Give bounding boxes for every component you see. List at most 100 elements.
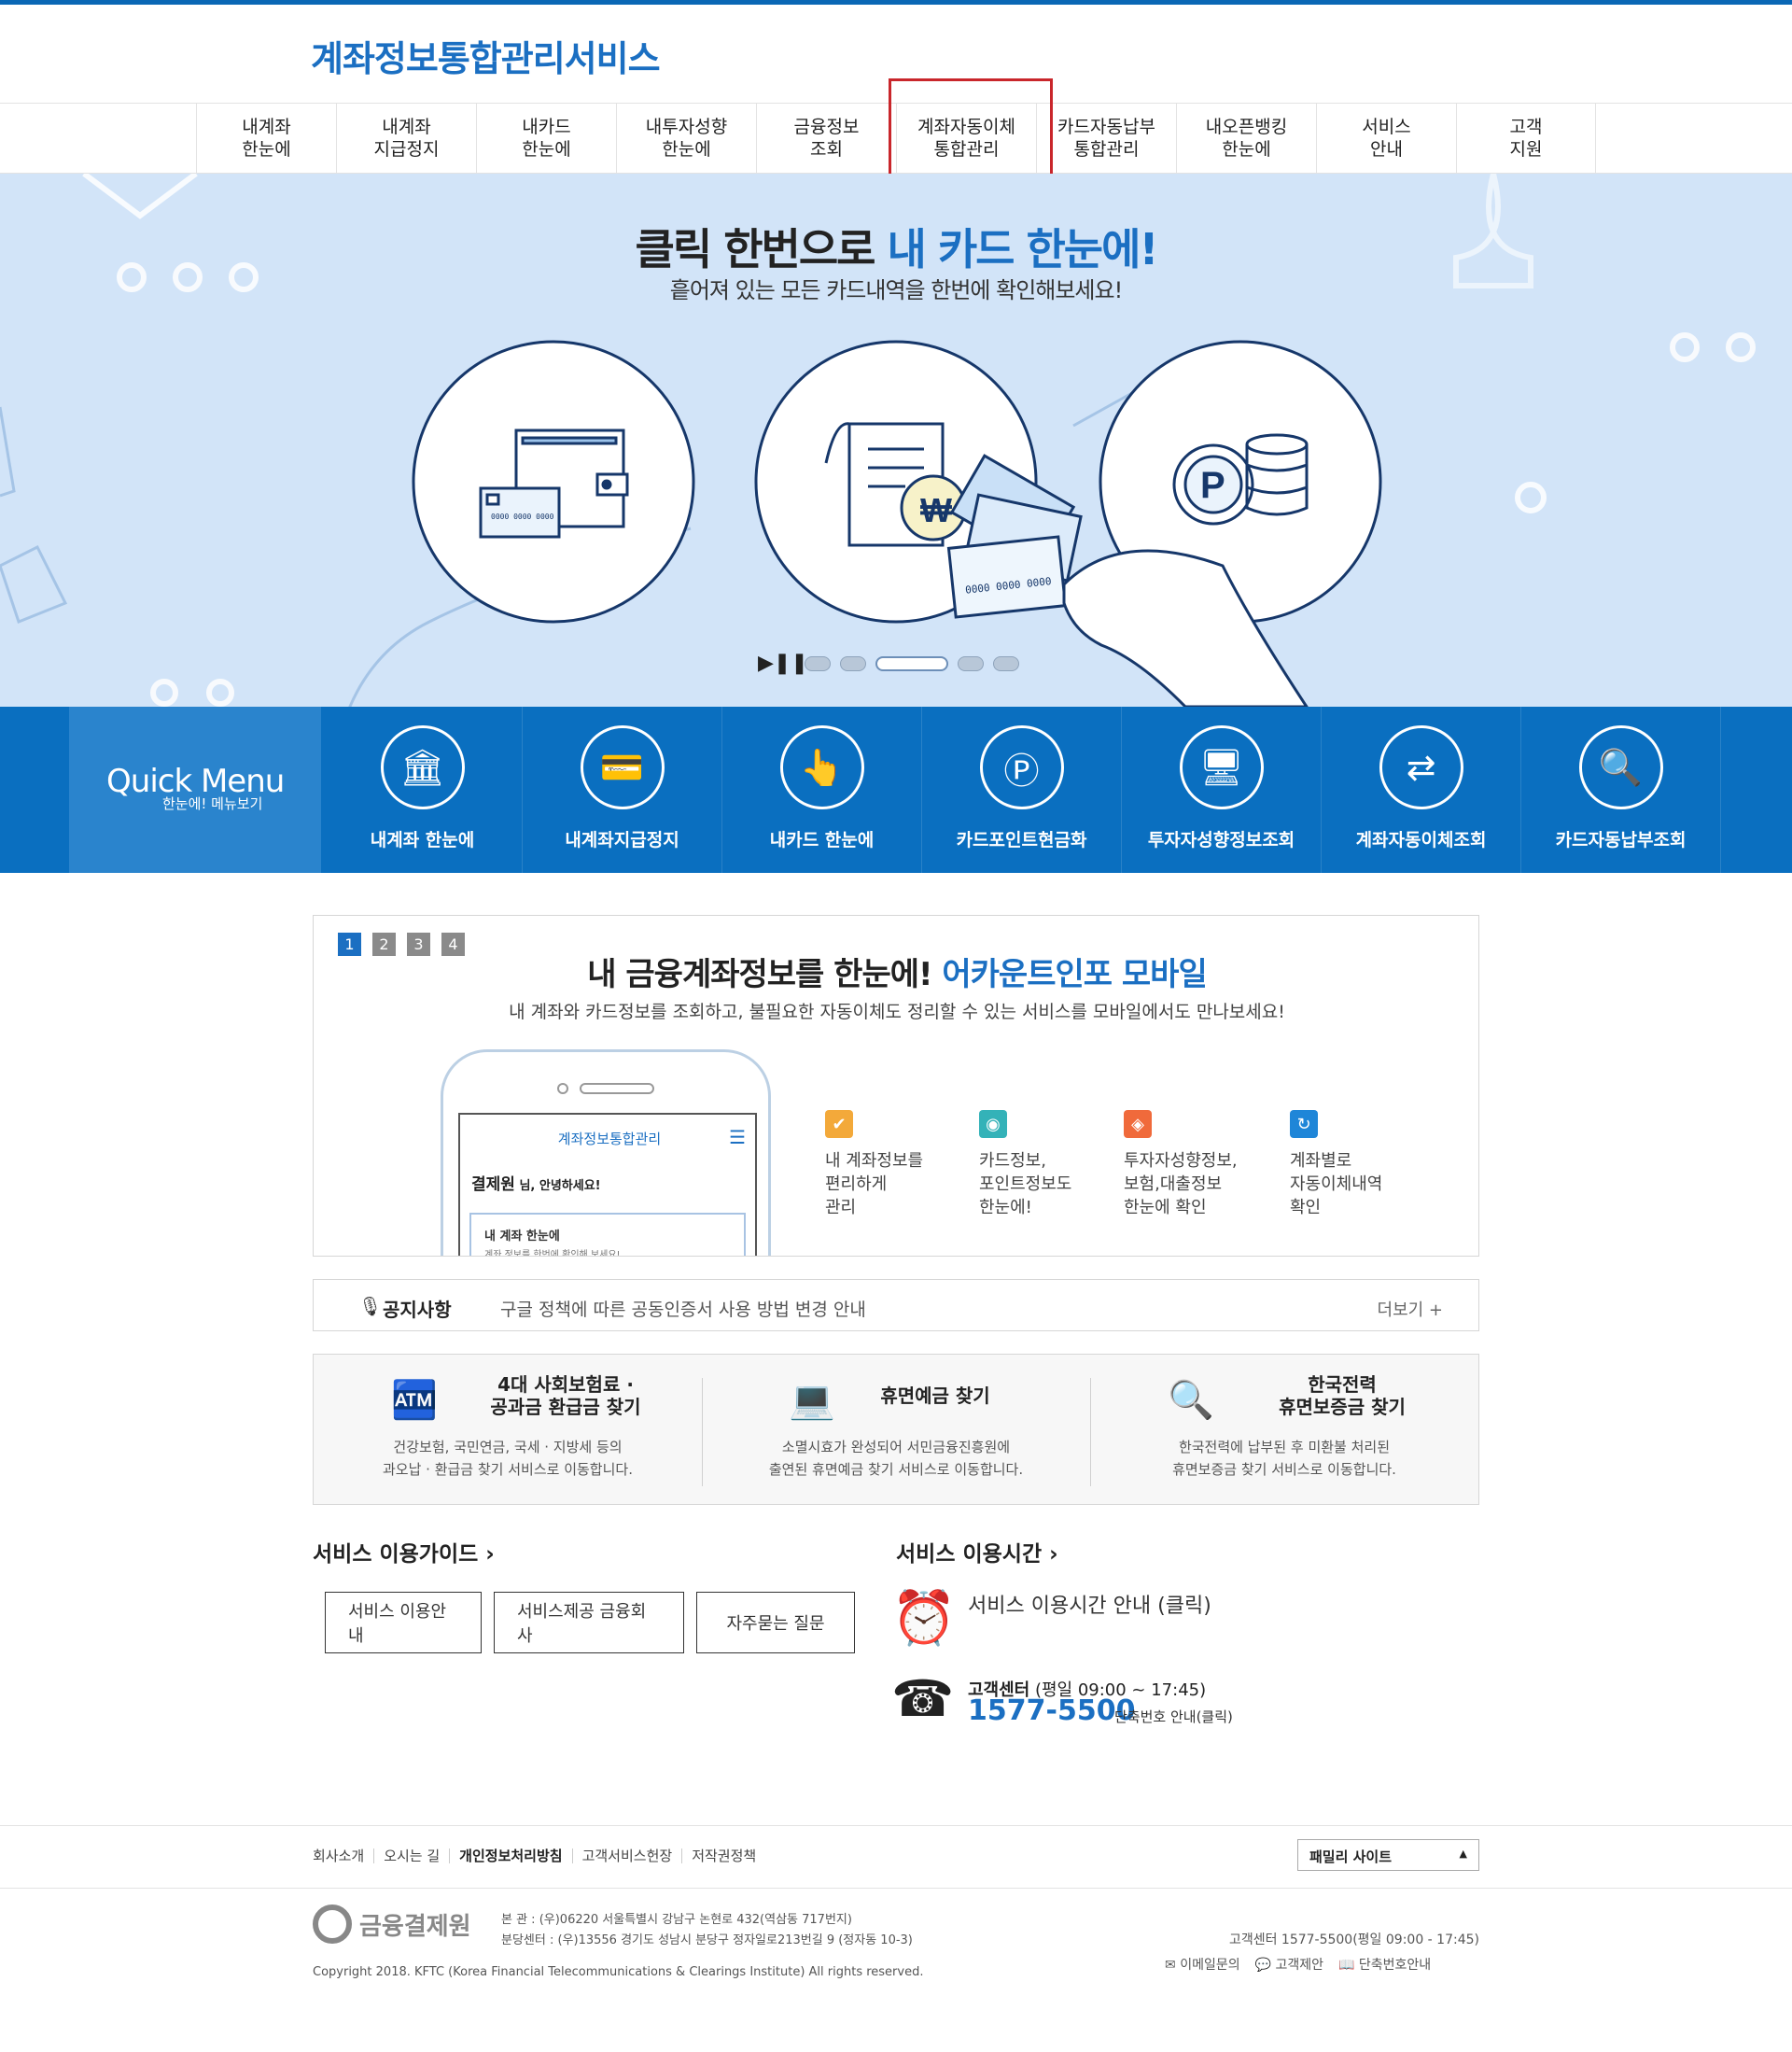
nav-item-line1: 계좌자동이체 bbox=[917, 117, 1015, 137]
slide-indicator[interactable] bbox=[840, 655, 866, 671]
notice-headline[interactable]: 구글 정책에 따른 공동인증서 사용 방법 변경 안내 bbox=[500, 1296, 866, 1321]
shortcut-number-link[interactable]: 단축번호 안내(클릭) bbox=[1114, 1707, 1233, 1726]
quick-menu-item[interactable]: Ⓟ 카드포인트현금화 bbox=[922, 707, 1122, 873]
guide-button[interactable]: 서비스 이용안내 bbox=[325, 1592, 482, 1653]
footer-copyright: Copyright 2018. KFTC (Korea Financial Te… bbox=[313, 1965, 924, 1979]
refund-dormant-desc: 소멸시효가 완성되어 서민금융진흥원에 출연된 휴면예금 찾기 서비스로 이동합… bbox=[768, 1439, 1024, 1478]
promo-features: ✔ 내 계좌정보를 편리하게 관리 ◉ 카드정보, 포인트정보도 한눈에! ◈ 투자자성향… bbox=[825, 1110, 1421, 1219]
refund-dormant-title: 휴면예금 찾기 bbox=[880, 1384, 990, 1407]
nav-item-line1: 고객 bbox=[1509, 117, 1543, 137]
refund-insurance[interactable]: 🏧 4대 사회보험료 · 공과금 환급금 찾기 건강보험, 국민연금, 국세 ·… bbox=[314, 1355, 702, 1506]
footer-address: 본 관 : (우)06220 서울특별시 강남구 논현로 432(역삼동 717… bbox=[501, 1913, 913, 1947]
phone-camera bbox=[557, 1083, 568, 1094]
feature-text: 투자자성향정보, 보험,대출정보 한눈에 확인 bbox=[1124, 1151, 1238, 1217]
refund-services: 🏧 4대 사회보험료 · 공과금 환급금 찾기 건강보험, 국민연금, 국세 ·… bbox=[313, 1354, 1479, 1505]
nav-item-line1: 카드자동납부 bbox=[1057, 117, 1155, 137]
nav-item[interactable]: 금융정보 조회 bbox=[756, 104, 896, 173]
promo-feature: ✔ 내 계좌정보를 편리하게 관리 bbox=[825, 1110, 979, 1219]
service-hours-link[interactable]: 서비스 이용시간 안내 (클릭) bbox=[968, 1589, 1211, 1619]
card-block-icon: 💳 bbox=[580, 725, 665, 809]
quick-menu-item[interactable]: 🔍 카드자동납부조회 bbox=[1521, 707, 1721, 873]
nav-item[interactable]: 고객 지원 bbox=[1456, 104, 1596, 173]
refund-dormant-deposit[interactable]: 💻 휴면예금 찾기 소멸시효가 완성되어 서민금융진흥원에 출연된 휴면예금 찾… bbox=[702, 1355, 1090, 1506]
banner-title: 클릭 한번으로 내 카드 한눈에! bbox=[635, 224, 1159, 274]
guide-button[interactable]: 서비스제공 금융회사 bbox=[494, 1592, 684, 1653]
quick-menu-item[interactable]: ⇄ 계좌자동이체조회 bbox=[1322, 707, 1521, 873]
footer-link[interactable]: 고객서비스헌장 bbox=[573, 1848, 683, 1863]
guide-button[interactable]: 자주묻는 질문 bbox=[696, 1592, 855, 1653]
book-icon: 📖 bbox=[1338, 1958, 1359, 1973]
slide-indicator[interactable] bbox=[875, 655, 948, 671]
nav-item[interactable]: 내투자성향 한눈에 bbox=[616, 104, 756, 173]
nav-item-line2: 지급정지 bbox=[373, 139, 440, 160]
top-accent-bar bbox=[0, 0, 1792, 5]
footer-link[interactable]: 저작권정책 bbox=[682, 1848, 765, 1863]
notice-more-link[interactable]: 더보기 + bbox=[1378, 1297, 1443, 1321]
service-hours-heading[interactable]: 서비스 이용시간 › bbox=[896, 1536, 1058, 1567]
footer-link[interactable]: 회사소개 bbox=[313, 1848, 375, 1863]
nav-item-line2: 통합관리 bbox=[1073, 139, 1140, 160]
card-touch-icon: 👆 bbox=[779, 725, 864, 809]
customer-suggestion-link[interactable]: 💬 고객제안 bbox=[1255, 1955, 1323, 1974]
quick-menu-item[interactable]: 🏛 내계좌 한눈에 bbox=[323, 707, 523, 873]
nav-item[interactable]: 계좌자동이체 통합관리 bbox=[896, 104, 1036, 173]
nav-item[interactable]: 서비스 안내 bbox=[1316, 104, 1456, 173]
won-coin-icon: ₩ bbox=[920, 491, 952, 529]
slide-indicator[interactable] bbox=[805, 655, 831, 671]
notice-bar: 🎙 공지사항 구글 정책에 따른 공동인증서 사용 방법 변경 안내 더보기 + bbox=[313, 1279, 1479, 1331]
slide-indicator[interactable] bbox=[958, 655, 984, 671]
feature-icon: ◈ bbox=[1124, 1110, 1152, 1138]
nav-item[interactable]: 카드자동납부 통합관리 bbox=[1036, 104, 1176, 173]
quick-menu-item[interactable]: 💳 내계좌지급정지 bbox=[523, 707, 722, 873]
point-p-icon: P bbox=[1200, 465, 1225, 506]
nav-item[interactable]: 내오픈뱅킹 한눈에 bbox=[1176, 104, 1316, 173]
site-logo-title[interactable]: 계좌정보통합관리서비스 bbox=[311, 30, 661, 81]
nav-item-line1: 내투자성향 bbox=[645, 117, 728, 137]
quick-menu-subtitle: 한눈에! 메뉴보기 bbox=[162, 795, 263, 812]
nav-item[interactable]: 내카드 한눈에 bbox=[476, 104, 616, 173]
phone-mockup: 계좌정보통합관리 ☰ 결제원 님, 안녕하세요! 내 계좌 한눈에 계좌 정보를… bbox=[441, 1049, 771, 1257]
quick-menu-item-label: 카드포인트현금화 bbox=[956, 830, 1087, 850]
nav-item[interactable]: 내계좌 한눈에 bbox=[196, 104, 336, 173]
refund-kepco[interactable]: 🔍 한국전력 휴면보증금 찾기 한국전력에 납부된 후 미환불 처리된 휴면보증… bbox=[1090, 1355, 1478, 1506]
phone-speaker bbox=[580, 1083, 654, 1094]
transfer-icon: ⇄ bbox=[1379, 725, 1463, 809]
nav-item[interactable]: 내계좌 지급정지 bbox=[336, 104, 476, 173]
family-site-select[interactable]: 패밀리 사이트 ▲ bbox=[1297, 1839, 1479, 1871]
shortcut-guide-link[interactable]: 📖 단축번호안내 bbox=[1338, 1955, 1431, 1974]
quick-menu-item-label: 카드자동납부조회 bbox=[1555, 830, 1687, 850]
laptop-search-icon: 💻 bbox=[789, 1378, 835, 1422]
mobile-promo-panel: 1234 내 금융계좌정보를 한눈에! 어카운트인포 모바일 내 계좌와 카드정… bbox=[313, 915, 1479, 1257]
microphone-icon: 🎙 bbox=[358, 1295, 383, 1317]
promo-feature: ↻ 계좌별로 자동이체내역 확인 bbox=[1290, 1110, 1421, 1219]
footer-link[interactable]: 개인정보처리방침 bbox=[450, 1848, 573, 1863]
card-number-text: 0000 0000 0000 bbox=[491, 513, 554, 521]
service-guide-heading[interactable]: 서비스 이용가이드 › bbox=[313, 1536, 495, 1567]
quick-menu-label: Quick Menu 한눈에! 메뉴보기 bbox=[69, 707, 321, 873]
kftc-logo-mark bbox=[313, 1904, 352, 1944]
card-point-icon: Ⓟ bbox=[979, 725, 1064, 809]
quick-menu-item[interactable]: 🖥 투자자성향정보조회 bbox=[1122, 707, 1322, 873]
play-pause-icon[interactable]: ▶❚❚ bbox=[758, 652, 808, 675]
footer-links-bar: 회사소개 오시는 길 개인정보처리방침 고객서비스헌장 저작권정책 패밀리 사이트 ▲ bbox=[0, 1825, 1792, 1889]
refund-insurance-desc: 건강보험, 국민연금, 국세 · 지방세 등의 과오납 · 환급금 찾기 서비스… bbox=[383, 1439, 633, 1478]
refund-insurance-title: 4대 사회보험료 · 공과금 환급금 찾기 bbox=[490, 1373, 641, 1418]
email-inquiry-link[interactable]: ✉ 이메일문의 bbox=[1165, 1955, 1240, 1974]
nav-item-line1: 금융정보 bbox=[793, 117, 860, 137]
feature-icon: ↻ bbox=[1290, 1110, 1318, 1138]
slider-controls: ▶❚❚ bbox=[758, 652, 1019, 675]
service-guide-buttons: 서비스 이용안내 서비스제공 금융회사 자주묻는 질문 bbox=[325, 1592, 855, 1653]
footer-logo: 금융결제원 bbox=[313, 1904, 471, 1944]
refund-kepco-title: 한국전력 휴면보증금 찾기 bbox=[1279, 1373, 1406, 1418]
footer-link[interactable]: 오시는 길 bbox=[374, 1848, 451, 1863]
feature-text: 내 계좌정보를 편리하게 관리 bbox=[825, 1151, 924, 1217]
quick-menu-item[interactable]: 👆 내카드 한눈에 bbox=[722, 707, 922, 873]
banner-subtitle: 흩어져 있는 모든 카드내역을 한번에 확인해보세요! bbox=[669, 277, 1123, 303]
mail-icon: ✉ bbox=[1165, 1958, 1181, 1973]
promo-feature: ◉ 카드정보, 포인트정보도 한눈에! bbox=[979, 1110, 1124, 1219]
kepco-search-icon: 🔍 bbox=[1168, 1378, 1214, 1422]
phone-greeting: 결제원 님, 안녕하세요! bbox=[471, 1175, 601, 1194]
slide-indicator[interactable] bbox=[993, 655, 1019, 671]
promo-feature: ◈ 투자자성향정보, 보험,대출정보 한눈에 확인 bbox=[1124, 1110, 1290, 1219]
phone-card-desc: 계좌 정보를 한번에 확인해 보세요! bbox=[484, 1250, 621, 1257]
